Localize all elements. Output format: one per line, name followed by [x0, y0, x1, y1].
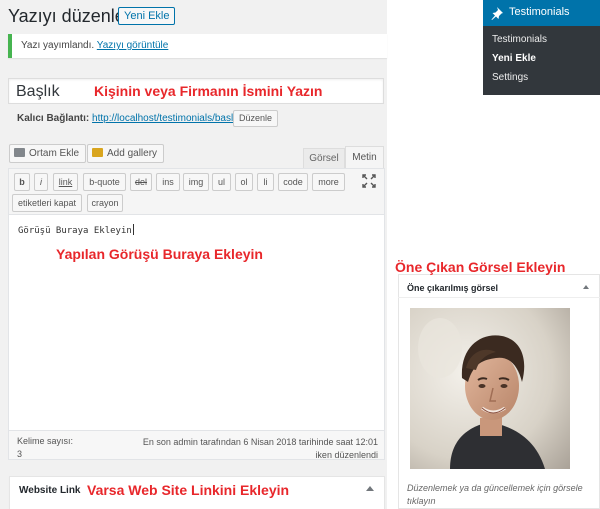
- qt-code-button[interactable]: code: [278, 173, 308, 191]
- add-gallery-button[interactable]: Add gallery: [87, 144, 165, 163]
- add-new-button[interactable]: Yeni Ekle: [118, 7, 176, 25]
- submenu-item-settings[interactable]: Settings: [492, 72, 528, 83]
- post-title-input[interactable]: [16, 83, 86, 101]
- qt-italic-button[interactable]: i: [34, 173, 48, 191]
- featured-image-help: Düzenlemek ya da güncellemek için görsel…: [407, 483, 583, 506]
- featured-image-title[interactable]: Öne çıkarılmış görsel: [407, 283, 498, 293]
- annotation-weblink: Varsa Web Site Linkini Ekleyin: [87, 482, 290, 498]
- qt-more-button[interactable]: more: [312, 173, 345, 191]
- qt-ul-button[interactable]: ul: [212, 173, 231, 191]
- permalink-label: Kalıcı Bağlantı:: [17, 113, 90, 124]
- add-media-label: Ortam Ekle: [29, 148, 80, 159]
- qt-ins-button[interactable]: ins: [156, 173, 180, 191]
- permalink-row: Kalıcı Bağlantı: http://localhost/testim…: [17, 113, 243, 124]
- annotation-review: Yapılan Görüşü Buraya Ekleyin: [56, 246, 263, 262]
- pin-icon: [490, 7, 503, 20]
- qt-li-button[interactable]: li: [257, 173, 274, 191]
- qt-bold-button[interactable]: b: [14, 173, 30, 191]
- tab-visual[interactable]: Görsel: [303, 148, 345, 168]
- qt-ol-button[interactable]: ol: [235, 173, 253, 191]
- word-count-value: 3: [17, 449, 23, 459]
- editor-textarea[interactable]: Görüşü Buraya Ekleyin: [18, 224, 134, 236]
- view-post-link[interactable]: Yazıyı görüntüle: [97, 40, 169, 51]
- notice-text: Yazı yayımlandı.: [21, 40, 95, 51]
- tab-text[interactable]: Metin: [345, 146, 384, 168]
- permalink-edit-button[interactable]: Düzenle: [233, 110, 279, 127]
- success-notice: Yazı yayımlandı. Yazıyı görüntüle: [8, 34, 387, 58]
- permalink-url[interactable]: http://localhost/testimonials/baslik/: [92, 113, 243, 124]
- editor-text: Görüşü Buraya Ekleyin: [18, 226, 132, 236]
- website-link-title[interactable]: Website Link: [19, 485, 81, 496]
- qt-img-button[interactable]: img: [183, 173, 209, 191]
- qt-blockquote-button[interactable]: b-quote: [83, 173, 126, 191]
- annotation-title: Kişinin veya Firmanın İsmini Yazın: [94, 83, 323, 99]
- featured-image-thumbnail[interactable]: [410, 308, 570, 469]
- page-title: Yazıyı düzenle: [8, 6, 125, 26]
- qt-close-tags-button[interactable]: etiketleri kapat: [12, 194, 82, 212]
- text-caret: [132, 224, 134, 235]
- collapse-arrow-icon[interactable]: [366, 486, 374, 491]
- media-icon: [14, 148, 25, 157]
- add-media-button[interactable]: Ortam Ekle: [9, 144, 87, 163]
- word-count-label: Kelime sayısı:: [17, 436, 74, 446]
- fullscreen-icon[interactable]: [362, 174, 376, 188]
- submenu-item-testimonials[interactable]: Testimonials: [492, 34, 547, 45]
- submenu-item-add-new[interactable]: Yeni Ekle: [492, 53, 536, 64]
- add-gallery-label: Add gallery: [107, 148, 158, 159]
- gallery-icon: [92, 148, 103, 157]
- qt-del-button[interactable]: del: [130, 173, 152, 191]
- qt-crayon-button[interactable]: crayon: [87, 194, 123, 212]
- last-edit-info: En son admin tarafından 6 Nisan 2018 tar…: [142, 437, 378, 460]
- admin-menu-head-label: Testimonials: [509, 6, 570, 18]
- metabox-divider: [398, 297, 600, 298]
- qt-link-button[interactable]: link: [53, 173, 78, 191]
- annotation-featured: Öne Çıkan Görsel Ekleyin: [395, 259, 566, 275]
- collapse-arrow-icon[interactable]: [583, 285, 589, 289]
